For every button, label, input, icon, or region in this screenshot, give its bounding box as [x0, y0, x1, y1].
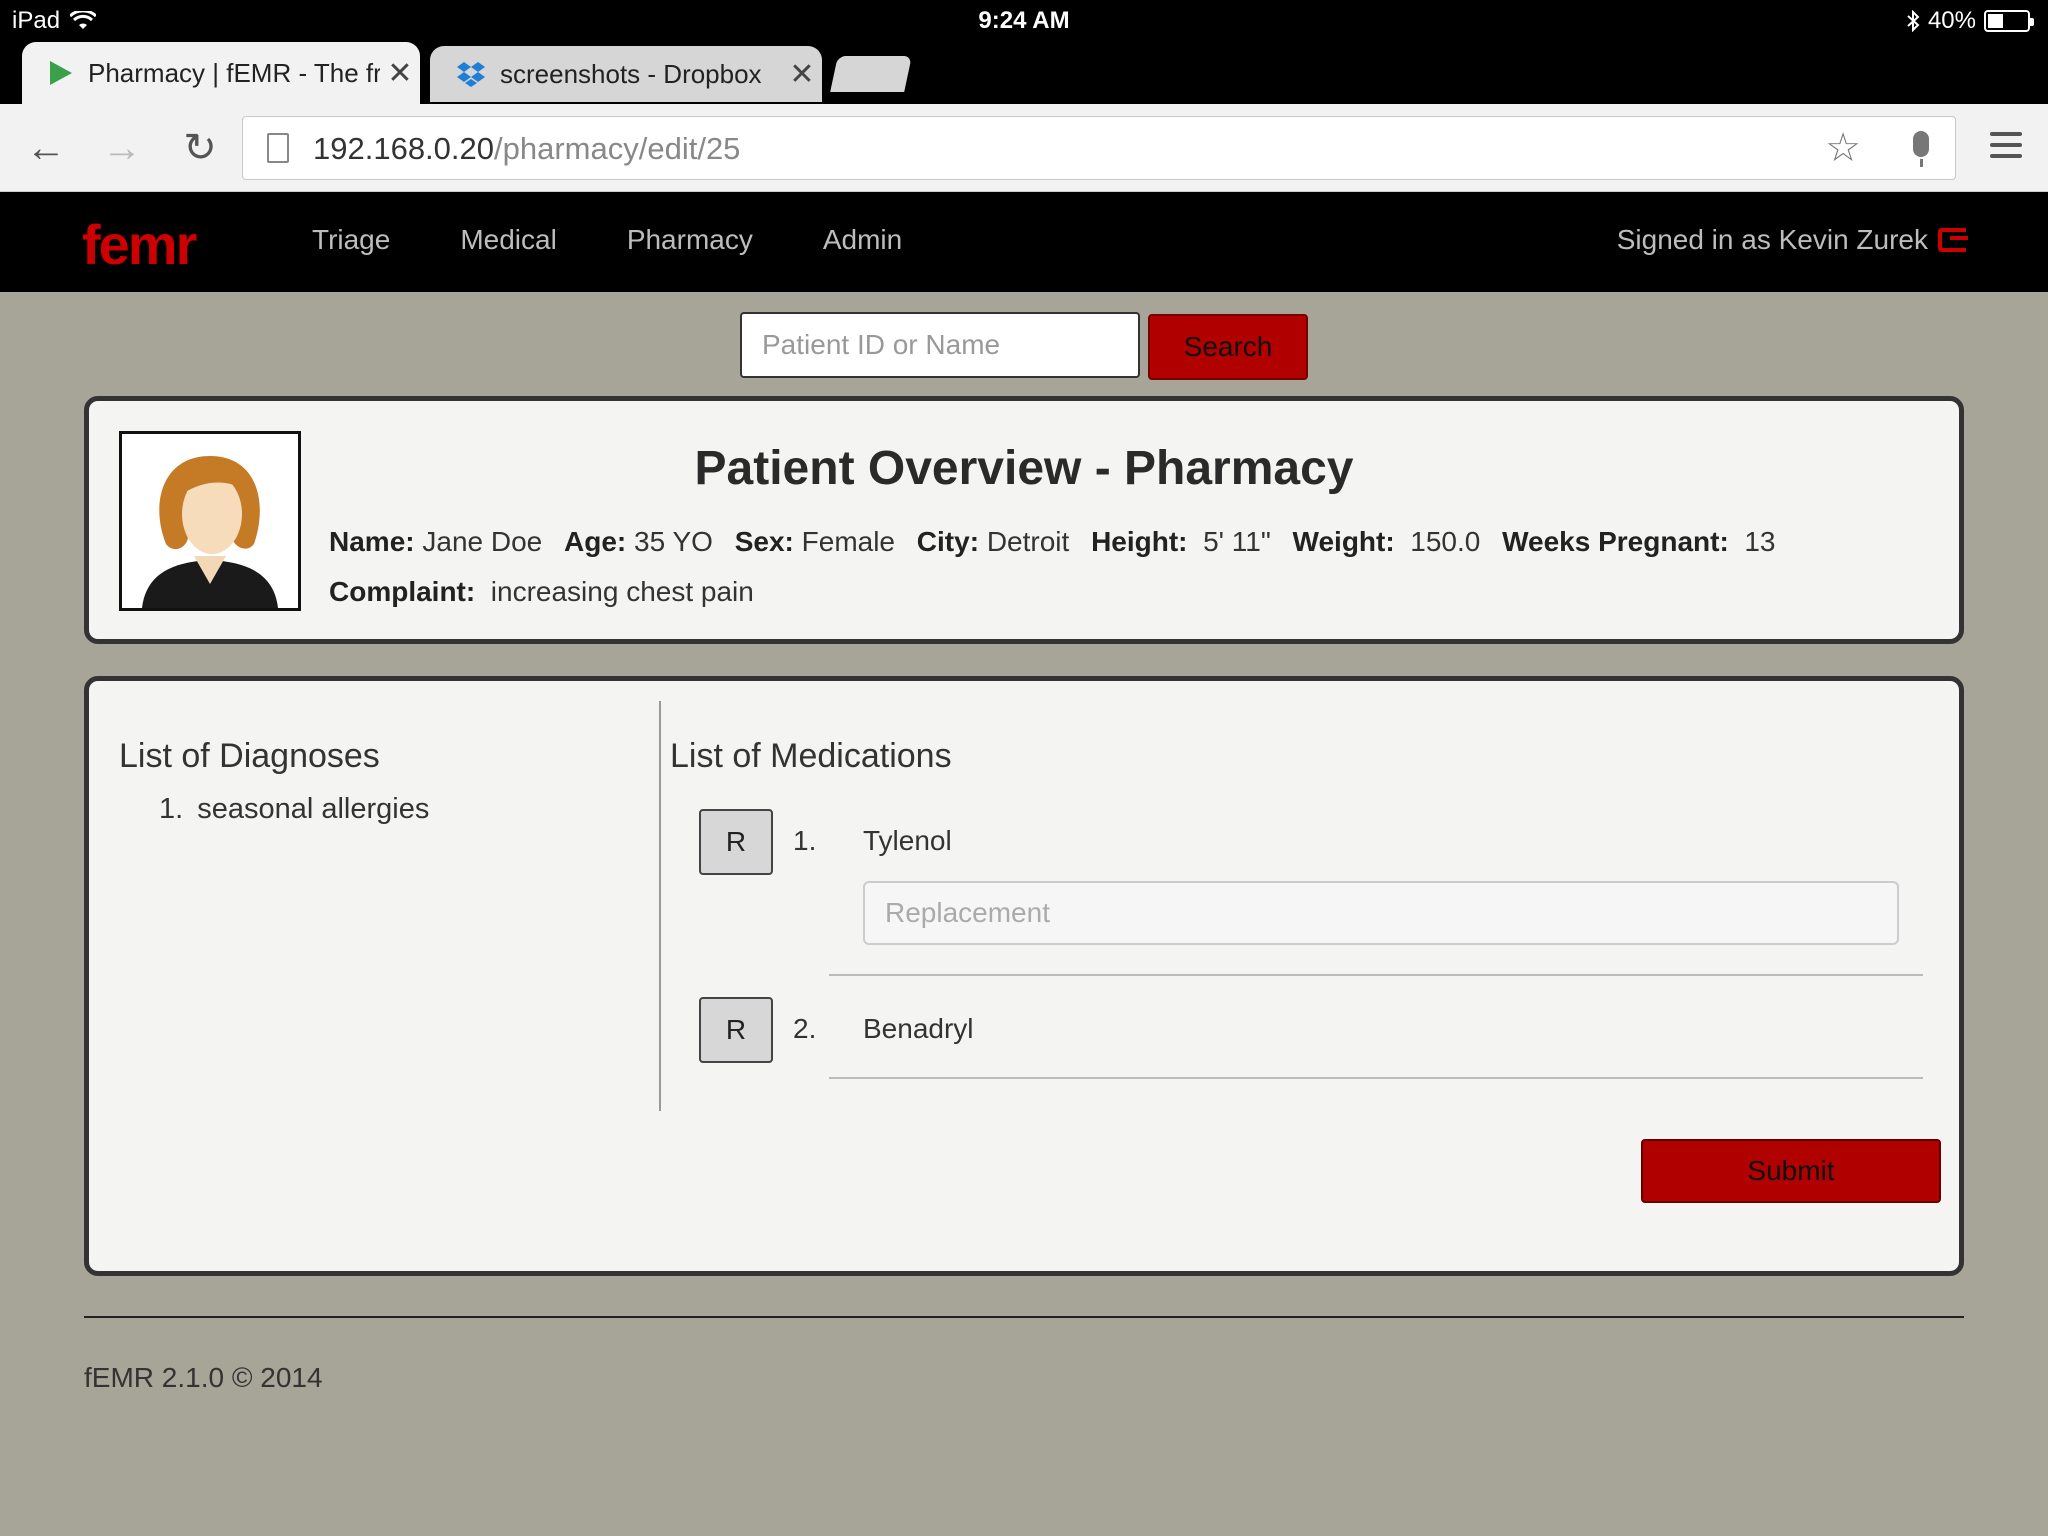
address-bar[interactable]: 192.168.0.20/pharmacy/edit/25 ☆ — [242, 116, 1956, 180]
medication-name: Benadryl — [863, 1013, 974, 1044]
medication-number: 1. — [793, 825, 817, 856]
microphone-icon[interactable] — [1913, 131, 1929, 167]
url-text: 192.168.0.20/pharmacy/edit/25 — [313, 131, 741, 166]
pharmacy-details-panel: List of Diagnoses 1. seasonal allergies L… — [84, 676, 1964, 1276]
patient-info: Name: Jane Doe Age: 35 YO Sex: Female Ci… — [329, 526, 1776, 607]
battery-fill — [1988, 14, 2004, 28]
patient-weight: 150.0 — [1410, 526, 1481, 557]
app-navbar: femr Triage Medical Pharmacy Admin Signe… — [0, 192, 2048, 292]
replace-button[interactable]: R — [699, 997, 773, 1063]
battery-icon — [1984, 10, 2034, 32]
medication-number: 2. — [793, 1013, 817, 1044]
page-icon — [267, 133, 289, 163]
nav-admin[interactable]: Admin — [823, 224, 902, 256]
battery-percent: 40% — [1927, 7, 1976, 34]
page-title: Patient Overview - Pharmacy — [694, 442, 1354, 495]
tab-title: Pharmacy | fEMR - The fre — [88, 57, 380, 88]
footer-text: fEMR 2.1.0 © 2014 — [84, 1362, 323, 1393]
tab-title: screenshots - Dropbox — [500, 58, 762, 89]
reload-icon[interactable]: ↻ — [176, 124, 224, 172]
replacement-input[interactable] — [863, 881, 1899, 945]
replace-button[interactable]: R — [699, 809, 773, 875]
bluetooth-icon — [1907, 10, 1920, 32]
clock: 9:24 AM — [978, 7, 1070, 34]
logout-icon[interactable] — [1938, 228, 1968, 252]
patient-overview-panel: Patient Overview - Pharmacy Name: Jane D… — [84, 396, 1964, 644]
medication-name: Tylenol — [863, 825, 952, 856]
patient-sex: Female — [801, 526, 896, 557]
nav-pharmacy[interactable]: Pharmacy — [627, 224, 753, 256]
nav-medical[interactable]: Medical — [460, 224, 556, 256]
list-item: 1. seasonal allergies — [159, 793, 430, 825]
signed-in-text: Signed in as Kevin Zurek — [1616, 224, 1928, 255]
tab-strip: Pharmacy | fEMR - The fre ✕ screenshots … — [0, 42, 2048, 104]
forward-arrow-icon[interactable]: → — [98, 124, 146, 172]
patient-height: 5' 11" — [1203, 526, 1271, 557]
row-divider — [829, 974, 1923, 976]
row-divider — [829, 1077, 1923, 1079]
status-bar: iPad 9:24 AM 40% — [0, 0, 2048, 42]
femr-logo[interactable]: femr — [82, 212, 197, 277]
footer-divider — [84, 1316, 1964, 1318]
weeks-pregnant: 13 — [1744, 526, 1776, 557]
dropbox-icon — [457, 62, 485, 87]
back-arrow-icon[interactable]: ← — [22, 124, 70, 172]
signed-in-user: Signed in as Kevin Zurek — [1616, 224, 1968, 256]
new-tab-button[interactable] — [830, 56, 912, 92]
browser-toolbar: ← → ↻ 192.168.0.20/pharmacy/edit/25 ☆ — [0, 104, 2048, 192]
menu-icon[interactable] — [1990, 132, 2022, 165]
bookmark-star-icon[interactable]: ☆ — [1825, 125, 1861, 171]
patient-age: 35 YO — [634, 526, 713, 557]
tab-dropbox[interactable]: screenshots - Dropbox ✕ — [430, 46, 822, 102]
play-triangle-icon — [50, 61, 72, 85]
nav-triage[interactable]: Triage — [312, 224, 390, 256]
search-button[interactable]: Search — [1148, 314, 1308, 380]
diagnoses-heading: List of Diagnoses — [119, 737, 380, 775]
close-tab-icon[interactable]: ✕ — [782, 57, 822, 92]
column-divider — [659, 701, 661, 1111]
patient-name: Jane Doe — [422, 526, 543, 557]
close-tab-icon[interactable]: ✕ — [380, 56, 420, 91]
tab-pharmacy[interactable]: Pharmacy | fEMR - The fre ✕ — [22, 42, 420, 104]
diagnoses-list: 1. seasonal allergies — [159, 793, 429, 826]
main-nav: Triage Medical Pharmacy Admin — [312, 224, 902, 256]
patient-search-input[interactable] — [740, 312, 1140, 378]
patient-complaint: increasing chest pain — [490, 576, 754, 607]
submit-button[interactable]: Submit — [1641, 1139, 1941, 1203]
patient-city: Detroit — [986, 526, 1070, 557]
medications-heading: List of Medications — [670, 737, 952, 775]
